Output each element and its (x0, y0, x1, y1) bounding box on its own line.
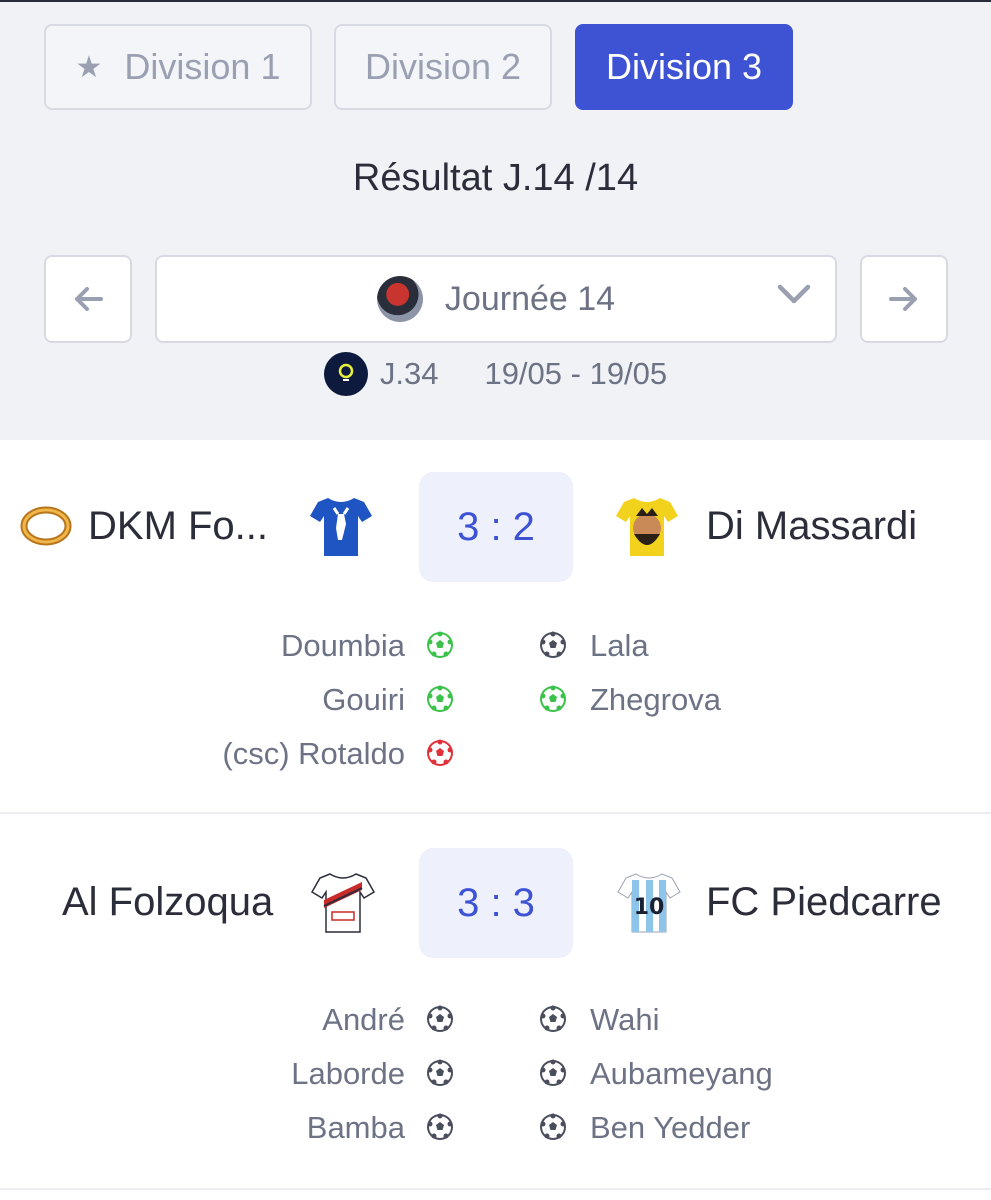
round-select[interactable]: Journée 14 (155, 255, 837, 343)
home-team-name: Al Folzoqua (62, 880, 274, 924)
match-score: 3 : 2 (419, 472, 573, 582)
page-title: Résultat J.14 /14 (352, 157, 639, 199)
ball-icon (540, 631, 566, 658)
divider (0, 1188, 991, 1190)
away-scorer: Wahi (590, 1002, 660, 1037)
avatar (376, 276, 423, 322)
star-icon: ★ (75, 50, 103, 84)
away-team-name: FC Piedcarre (706, 880, 942, 924)
ball-icon (427, 1059, 453, 1086)
round-meta: J.34 19/05 - 19/05 (0, 352, 991, 396)
chevron-down-icon (777, 284, 811, 304)
arrow-left-icon (75, 287, 103, 311)
league-round: J.34 (379, 356, 439, 391)
away-team-name: Di Massardi (706, 504, 918, 548)
jersey-icon: 10 (617, 873, 681, 933)
goal-ball-icon (540, 685, 566, 712)
away-scorer: Zhegrova (590, 682, 721, 717)
round-dates: 19/05 - 19/05 (484, 356, 668, 391)
home-team-name: DKM Fo... (88, 504, 269, 548)
goal-ball-icon (427, 685, 453, 712)
jersey-icon (616, 498, 678, 556)
header-panel: ★ Division 1 Division 2 Division 3 Résul… (0, 0, 991, 440)
ball-icon (427, 1005, 453, 1032)
ball-icon (427, 1113, 453, 1140)
next-round-button[interactable] (860, 255, 948, 343)
home-scorer: (csc) Rotaldo (222, 736, 405, 771)
ligue1-logo-icon (323, 352, 368, 396)
tab-label: Division 2 (364, 46, 522, 87)
match-card[interactable]: Al Folzoqua 3 : 3 10 FC Piedcarre André … (0, 814, 991, 1188)
tab-label: Division 1 (124, 46, 281, 87)
away-scorer: Lala (590, 628, 649, 663)
home-scorer: Gouiri (322, 682, 405, 717)
tab-division-3[interactable]: Division 3 (575, 24, 793, 110)
previous-round-button[interactable] (44, 255, 132, 343)
tab-division-2[interactable]: Division 2 (334, 24, 552, 110)
jersey-icon (310, 873, 376, 933)
home-scorer: Laborde (291, 1056, 405, 1091)
tab-label: Division 3 (605, 46, 763, 87)
home-scorer: Doumbia (280, 628, 405, 663)
ball-icon (540, 1005, 566, 1032)
ball-icon (540, 1113, 566, 1140)
tab-division-1[interactable]: ★ Division 1 (44, 24, 312, 110)
ring-icon (20, 506, 72, 546)
own-goal-ball-icon (427, 739, 453, 766)
home-scorer: Bamba (306, 1110, 405, 1145)
ball-icon (540, 1059, 566, 1086)
jersey-icon (310, 498, 372, 556)
goal-ball-icon (427, 631, 453, 658)
home-scorer: André (322, 1002, 405, 1037)
arrow-right-icon (889, 287, 917, 311)
away-scorer: Aubameyang (590, 1056, 773, 1091)
away-scorer: Ben Yedder (590, 1110, 751, 1145)
match-card[interactable]: DKM Fo... 3 : 2 Di Massardi Doumbia Goui… (0, 440, 991, 812)
round-select-value: Journée 14 (444, 279, 616, 318)
svg-text:10: 10 (634, 895, 665, 920)
match-score: 3 : 3 (419, 848, 573, 958)
